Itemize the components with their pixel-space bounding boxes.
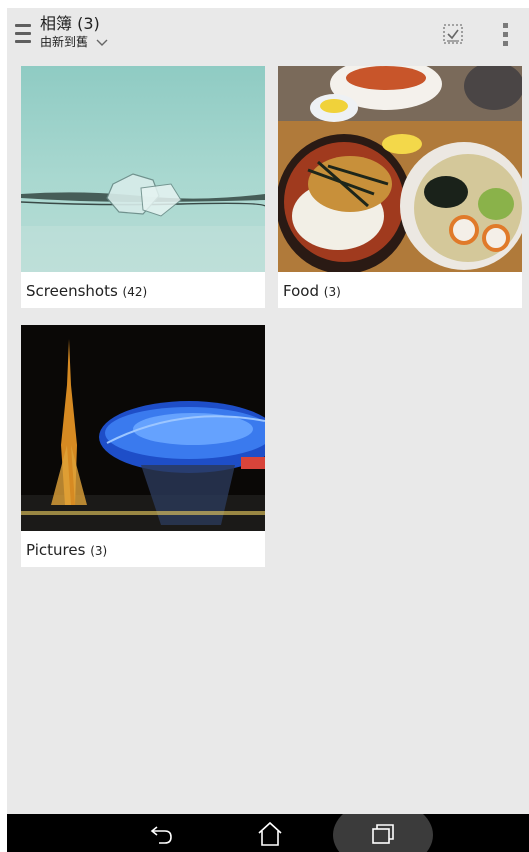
gallery-screen: 相簿 (3) 由新到舊 Screenshots (42) Food (3) Pi… <box>7 8 529 852</box>
navigation-bar <box>7 814 529 852</box>
action-bar: 相簿 (3) 由新到舊 <box>7 8 529 60</box>
hamburger-menu-icon[interactable] <box>15 24 31 44</box>
album-name: Screenshots <box>26 282 118 300</box>
album-card-food[interactable]: Food (3) <box>278 66 522 308</box>
album-thumbnail[interactable] <box>21 66 265 272</box>
page-title: 相簿 (3) <box>40 14 100 33</box>
back-icon[interactable] <box>148 821 176 847</box>
album-count: (42) <box>122 285 148 299</box>
chevron-down-icon <box>96 36 108 50</box>
recent-apps-icon[interactable] <box>369 821 397 847</box>
album-label: Food (3) <box>278 272 522 308</box>
album-label: Screenshots (42) <box>21 272 265 308</box>
album-count: (3) <box>323 285 341 299</box>
album-count: (3) <box>90 544 108 558</box>
album-card-pictures[interactable]: Pictures (3) <box>21 325 265 567</box>
select-all-icon[interactable] <box>443 24 463 44</box>
home-icon[interactable] <box>256 821 284 847</box>
album-name: Food <box>283 282 319 300</box>
album-thumbnail[interactable] <box>21 325 265 531</box>
sort-label: 由新到舊 <box>40 35 89 49</box>
album-card-screenshots[interactable]: Screenshots (42) <box>21 66 265 308</box>
sort-dropdown[interactable]: 由新到舊 <box>40 35 108 50</box>
album-label: Pictures (3) <box>21 531 265 567</box>
more-options-icon[interactable] <box>503 23 509 47</box>
album-thumbnail[interactable] <box>278 66 522 272</box>
album-name: Pictures <box>26 541 86 559</box>
